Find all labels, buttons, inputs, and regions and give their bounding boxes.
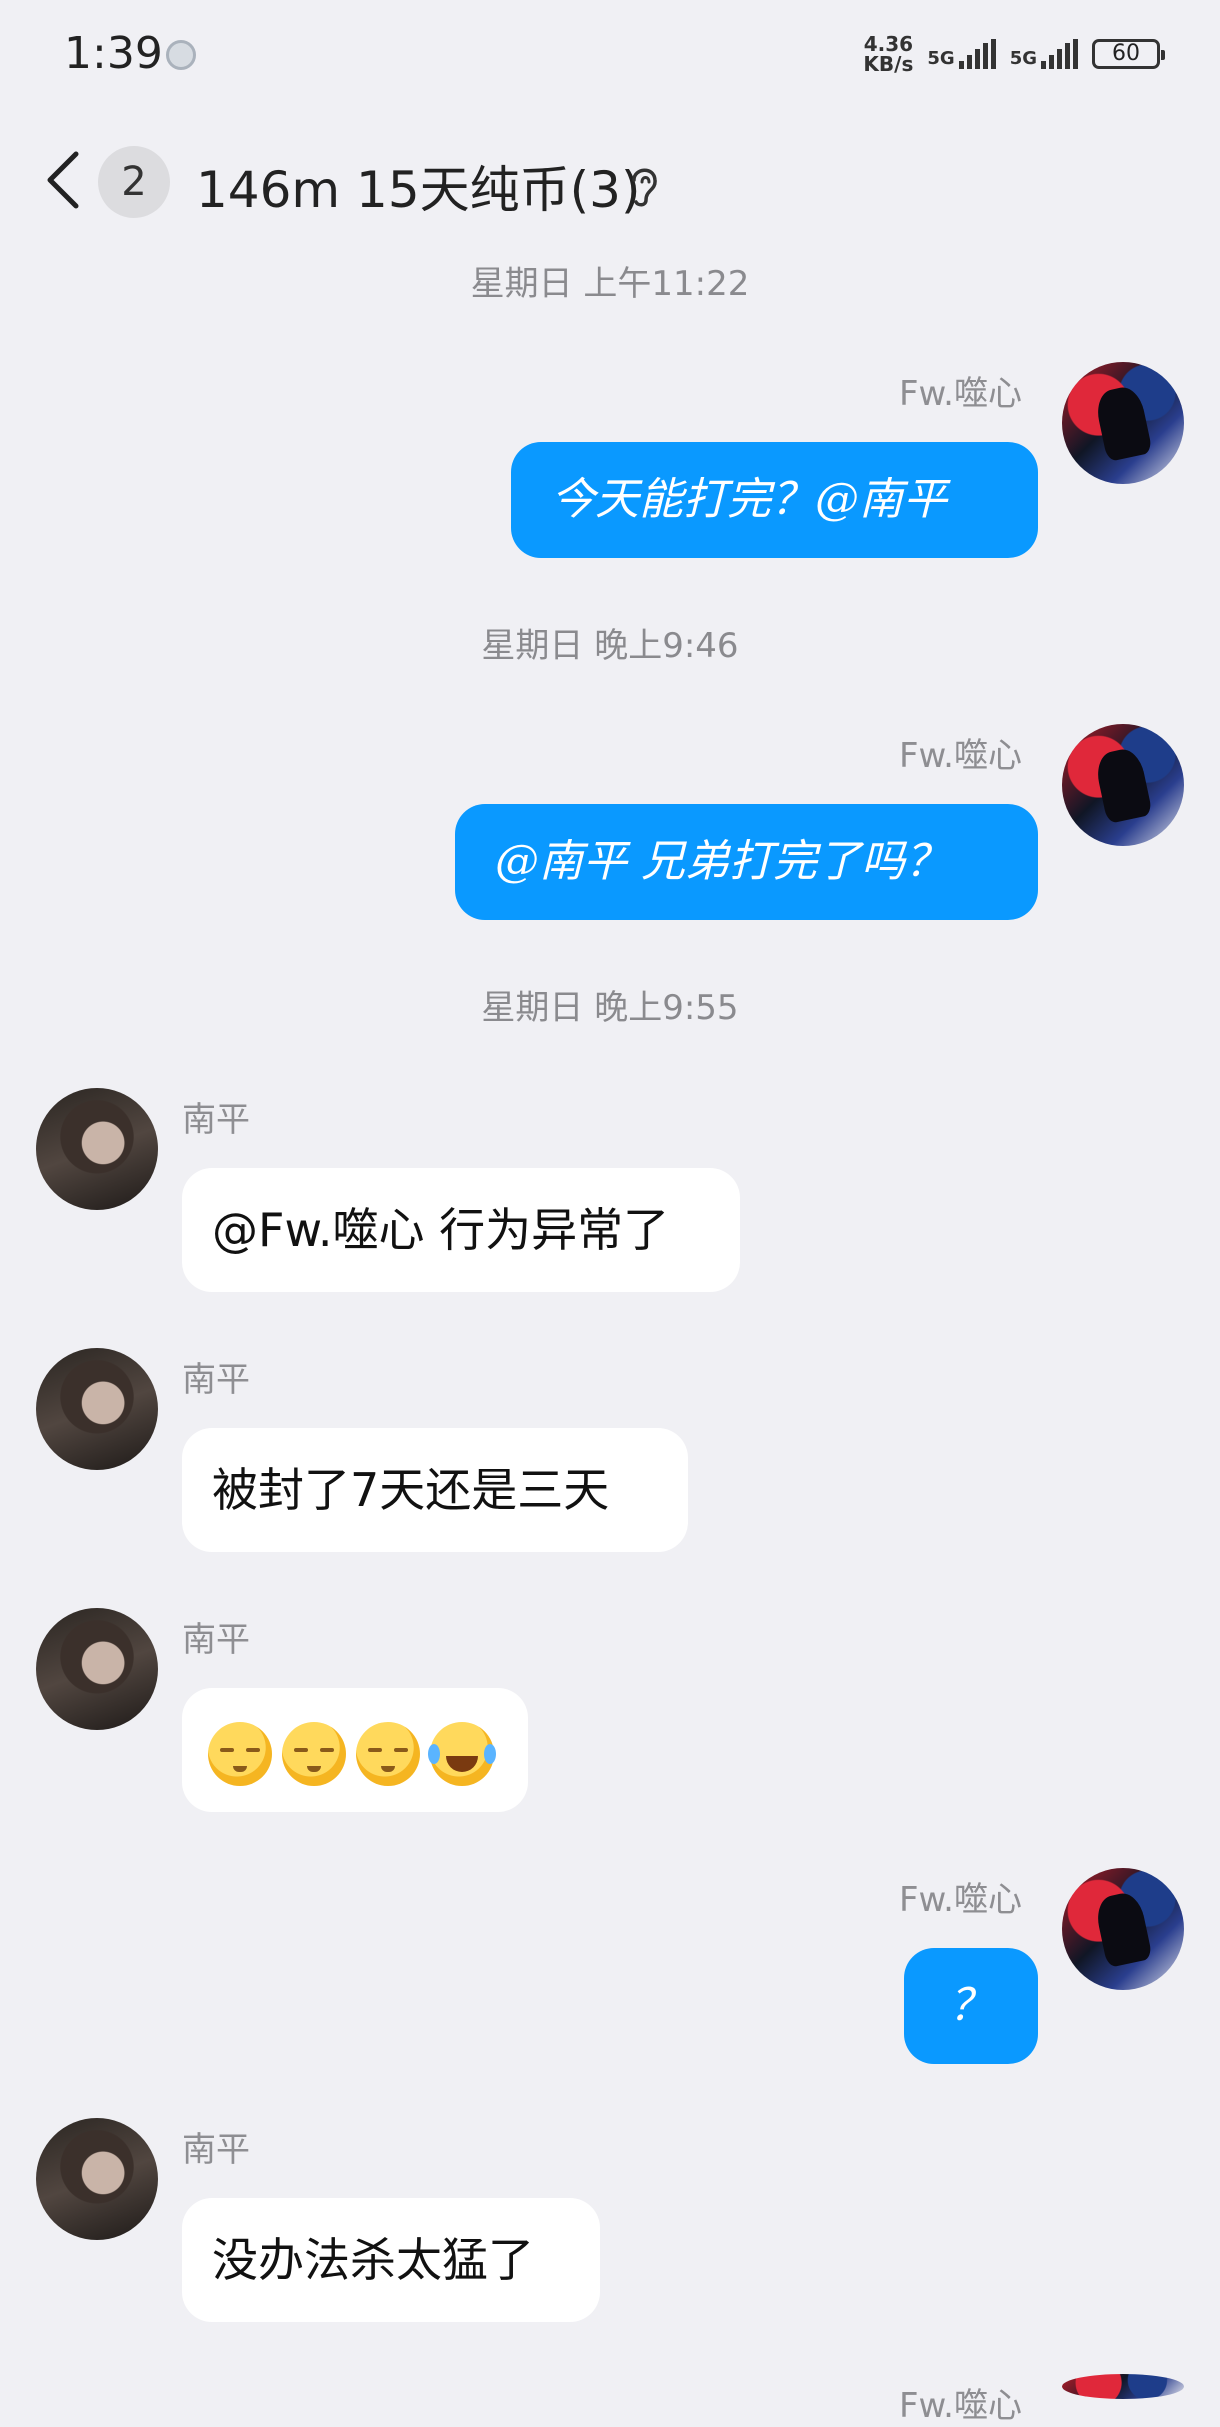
avatar[interactable] bbox=[1062, 1868, 1184, 1990]
avatar[interactable] bbox=[36, 1348, 158, 1470]
chevron-left-icon bbox=[47, 151, 79, 209]
message-bubble[interactable]: @Fw.噬心 行为异常了 bbox=[182, 1168, 740, 1292]
message-bubble[interactable]: 被封了7天还是三天 bbox=[182, 1428, 688, 1552]
signal-1-icon: 5G bbox=[927, 39, 996, 69]
ear-icon[interactable] bbox=[624, 160, 664, 210]
laugh-crying-emoji-icon bbox=[428, 1721, 494, 1786]
avatar[interactable] bbox=[1062, 2374, 1184, 2399]
emoji-message-bubble[interactable] bbox=[182, 1688, 528, 1812]
unread-count-badge[interactable]: 2 bbox=[98, 146, 170, 218]
message-bubble[interactable]: ？ bbox=[904, 1948, 1038, 2064]
sender-name: 南平 bbox=[182, 1620, 250, 1660]
avatar[interactable] bbox=[1062, 724, 1184, 846]
avatar[interactable] bbox=[1062, 362, 1184, 484]
sender-name: Fw.噬心 bbox=[898, 1880, 1022, 1920]
time-separator: 星期日 晚上9:46 bbox=[481, 626, 739, 666]
status-indicators: 4.36 KB/s 5G 5G 60 bbox=[863, 32, 1165, 76]
avatar[interactable] bbox=[36, 2118, 158, 2240]
sender-name: 南平 bbox=[182, 2130, 250, 2170]
notification-icon bbox=[166, 40, 196, 70]
message-bubble[interactable]: 没办法杀太猛了 bbox=[182, 2198, 600, 2322]
sender-name: Fw.噬心 bbox=[898, 2386, 1022, 2426]
sender-name: Fw.噬心 bbox=[898, 374, 1022, 414]
avatar[interactable] bbox=[36, 1088, 158, 1210]
battery-icon: 60 bbox=[1092, 39, 1165, 69]
chat-title[interactable]: 146m 15天纯币(3) bbox=[196, 150, 640, 222]
message-bubble[interactable]: 今天能打完？@南平 bbox=[511, 442, 1038, 558]
back-button[interactable] bbox=[40, 148, 88, 212]
time-separator: 星期日 晚上9:55 bbox=[481, 988, 739, 1028]
signal-2-icon: 5G bbox=[1010, 39, 1078, 69]
sender-name: Fw.噬心 bbox=[898, 736, 1022, 776]
status-time: 1:39 bbox=[64, 28, 163, 79]
sleepy-face-emoji-icon bbox=[356, 1721, 420, 1786]
network-speed: 4.36 KB/s bbox=[863, 32, 914, 76]
message-bubble[interactable]: @南平 兄弟打完了吗？ bbox=[455, 804, 1038, 920]
avatar[interactable] bbox=[36, 1608, 158, 1730]
status-bar: 1:39 4.36 KB/s 5G 5G 60 bbox=[0, 0, 1220, 110]
sleepy-face-emoji-icon bbox=[282, 1721, 346, 1786]
chat-header: 2 146m 15天纯币(3) bbox=[0, 130, 1220, 230]
sender-name: 南平 bbox=[182, 1100, 250, 1140]
time-separator: 星期日 上午11:22 bbox=[470, 264, 750, 304]
sleepy-face-emoji-icon bbox=[208, 1721, 272, 1786]
sender-name: 南平 bbox=[182, 1360, 250, 1400]
